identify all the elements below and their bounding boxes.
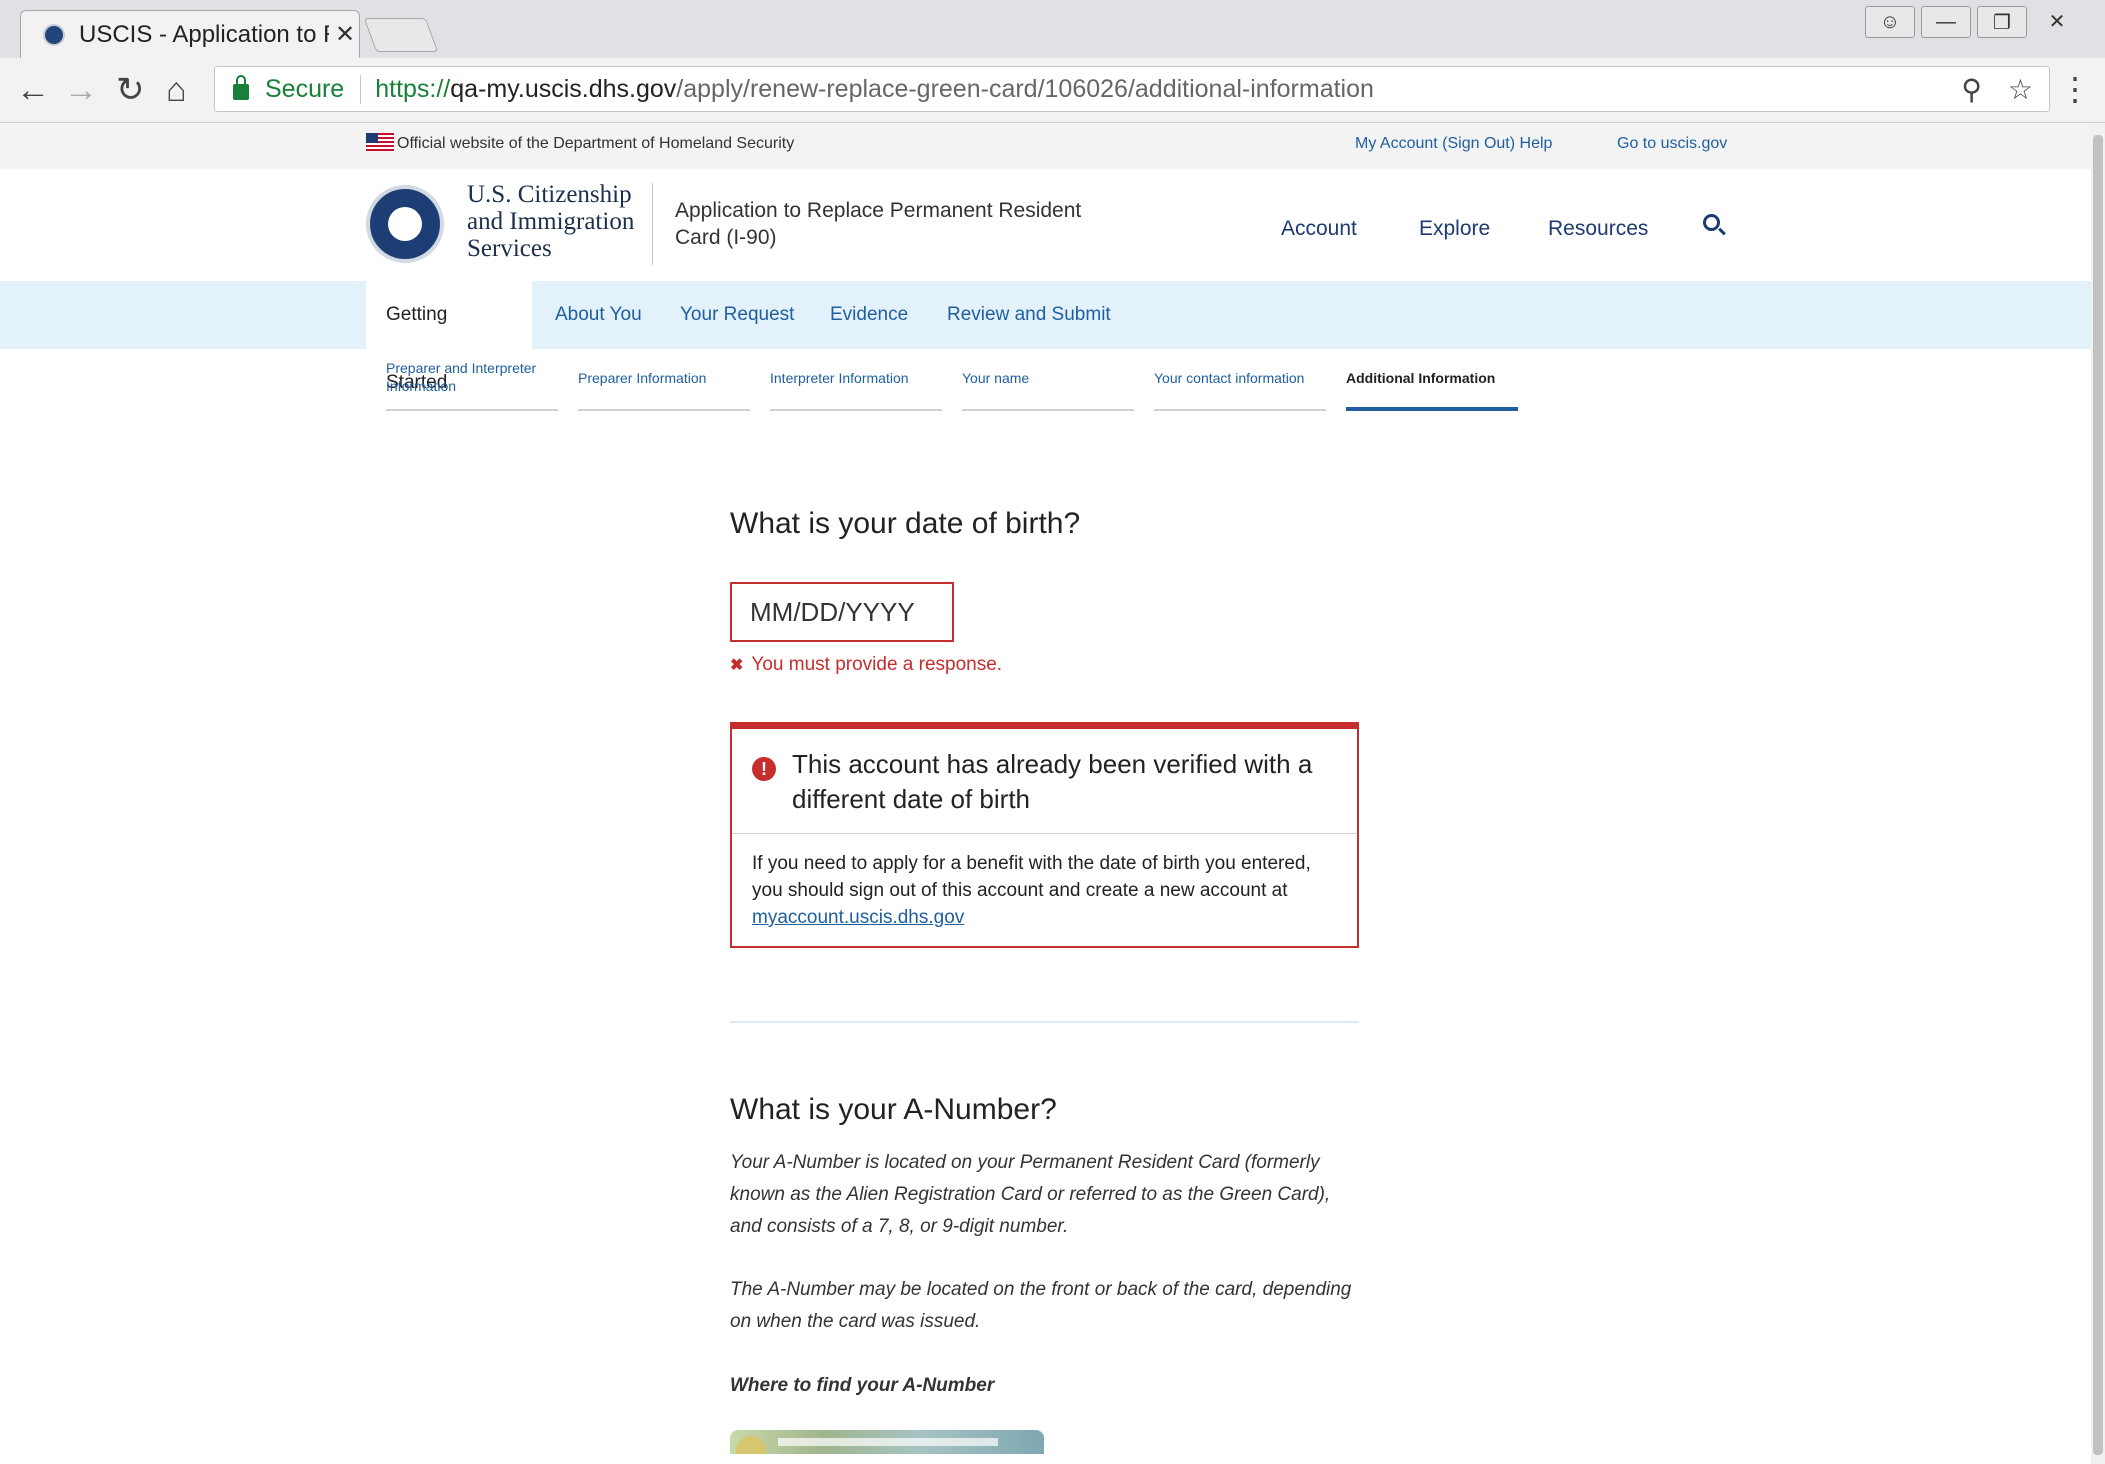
- nav-resources[interactable]: Resources: [1548, 217, 1648, 241]
- substep-interpreter-information[interactable]: Interpreter Information: [770, 359, 942, 411]
- us-flag-icon: [366, 133, 394, 151]
- alert-body-text: If you need to apply for a benefit with …: [752, 853, 1311, 901]
- home-icon[interactable]: ⌂: [166, 70, 187, 110]
- nav-account[interactable]: Account: [1281, 217, 1357, 241]
- goto-uscis-link[interactable]: Go to uscis.gov: [1617, 135, 1727, 153]
- dob-input[interactable]: [730, 582, 954, 642]
- anumber-where-heading: Where to find your A-Number: [730, 1375, 995, 1396]
- substep-contact-information[interactable]: Your contact information: [1154, 359, 1326, 411]
- anumber-question: What is your A-Number?: [730, 1093, 1057, 1126]
- substep-your-name[interactable]: Your name: [962, 359, 1134, 411]
- alert-exclamation-icon: !: [752, 757, 776, 781]
- search-icon[interactable]: [1703, 214, 1720, 231]
- error-x-icon: ✖: [730, 657, 744, 674]
- minimize-icon[interactable]: —: [1921, 6, 1971, 38]
- secure-label: Secure: [265, 74, 362, 104]
- dob-alert: ! This account has already been verified…: [730, 722, 1359, 948]
- profile-icon[interactable]: ☺: [1865, 6, 1915, 38]
- step-evidence[interactable]: Evidence: [810, 281, 928, 349]
- step-review-and-submit[interactable]: Review and Submit: [927, 281, 1131, 349]
- agency-name[interactable]: U.S. Citizenship and Immigration Service…: [467, 181, 634, 262]
- substep-additional-information[interactable]: Additional Information: [1346, 359, 1518, 411]
- dhs-seal-icon[interactable]: [366, 185, 444, 263]
- browser-tab[interactable]: USCIS - Application to Re ✕: [20, 10, 360, 58]
- restore-icon[interactable]: ❐: [1977, 6, 2027, 38]
- back-icon[interactable]: ←: [16, 70, 50, 110]
- window-controls: ☺ — ❐ ✕: [1865, 6, 2081, 38]
- tab-title: USCIS - Application to Re: [79, 20, 329, 48]
- omnibox-actions: ⚲ ☆: [1961, 73, 2033, 106]
- step-about-you[interactable]: About You: [535, 281, 662, 349]
- gov-banner: Official website of the Department of Ho…: [0, 123, 2091, 169]
- url-path: /apply/renew-replace-green-card/106026/a…: [676, 74, 1374, 103]
- agency-line-2: and Immigration: [467, 208, 635, 235]
- nav-explore[interactable]: Explore: [1419, 217, 1490, 241]
- lock-icon: [233, 75, 249, 100]
- anumber-help-1: Your A-Number is located on your Permane…: [730, 1152, 1331, 1237]
- anumber-help-2: The A-Number may be located on the front…: [730, 1279, 1352, 1332]
- green-card-image: [730, 1430, 1044, 1454]
- official-website-text: Official website of the Department of Ho…: [397, 135, 795, 152]
- application-title: Application to Replace Permanent Residen…: [675, 199, 1082, 249]
- site-header: U.S. Citizenship and Immigration Service…: [0, 169, 2091, 281]
- alert-body: If you need to apply for a benefit with …: [752, 850, 1342, 931]
- dob-error: ✖ You must provide a response.: [730, 654, 1002, 676]
- url-host: qa-my.uscis.dhs.gov: [450, 74, 677, 103]
- url-scheme: https://: [375, 74, 451, 103]
- zoom-icon[interactable]: ⚲: [1961, 73, 1982, 106]
- star-icon[interactable]: ☆: [2008, 73, 2033, 106]
- sign-out-link[interactable]: (Sign Out): [1442, 135, 1515, 152]
- substep-preparer-information[interactable]: Preparer Information: [578, 359, 750, 411]
- agency-line-3: Services: [467, 235, 552, 262]
- tab-close-icon[interactable]: ✕: [335, 20, 355, 49]
- menu-icon[interactable]: ⋮: [2059, 70, 2091, 108]
- alert-title: This account has already been verified w…: [792, 749, 1313, 814]
- agency-line-1: U.S. Citizenship: [467, 181, 632, 208]
- step-getting-started[interactable]: Getting Started: [366, 281, 532, 393]
- dob-question: What is your date of birth?: [730, 507, 1081, 540]
- new-tab-button[interactable]: [363, 18, 439, 52]
- account-links: My Account (Sign Out) Help: [1355, 135, 1552, 153]
- substeps-nav: Preparer and Interpreter Information Pre…: [0, 359, 2091, 415]
- dob-error-text: You must provide a response.: [751, 654, 1003, 675]
- scrollbar-thumb[interactable]: [2093, 135, 2103, 1455]
- forward-icon[interactable]: →: [64, 70, 98, 110]
- url-text[interactable]: https://qa-my.uscis.dhs.gov/apply/renew-…: [375, 75, 1374, 104]
- reload-icon[interactable]: ↻: [116, 70, 145, 110]
- dhs-favicon-icon: [43, 23, 65, 46]
- alert-header: ! This account has already been verified…: [732, 729, 1357, 834]
- substep-preparer-interpreter[interactable]: Preparer and Interpreter Information: [386, 359, 558, 411]
- browser-tabstrip: USCIS - Application to Re ✕ ☺ — ❐ ✕: [0, 0, 2105, 58]
- my-account-link[interactable]: My Account: [1355, 135, 1438, 152]
- steps-nav: Getting Started About You Your Request E…: [0, 281, 2091, 393]
- step-your-request[interactable]: Your Request: [660, 281, 814, 349]
- help-link[interactable]: Help: [1520, 135, 1553, 152]
- myaccount-link[interactable]: myaccount.uscis.dhs.gov: [752, 907, 964, 928]
- section-divider: [730, 1021, 1359, 1023]
- address-bar[interactable]: Secure https://qa-my.uscis.dhs.gov/apply…: [214, 66, 2050, 112]
- close-icon[interactable]: ✕: [2033, 6, 2081, 36]
- header-divider: [652, 183, 653, 265]
- browser-toolbar: ← → ↻ ⌂ Secure https://qa-my.uscis.dhs.g…: [0, 58, 2105, 123]
